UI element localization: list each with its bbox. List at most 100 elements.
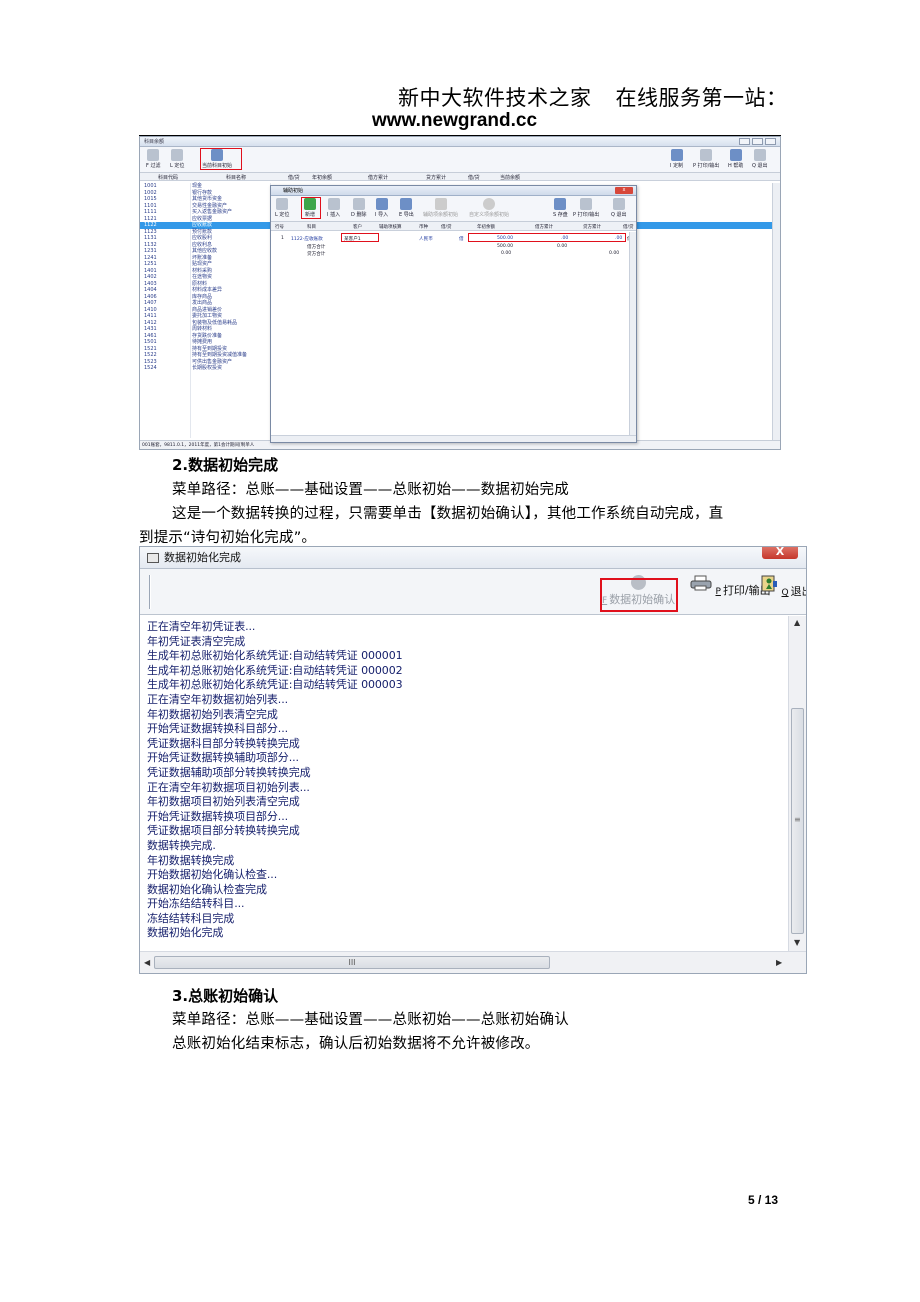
exit-icon [753,149,766,161]
scroll-down-icon[interactable]: ▼ [794,938,800,947]
help-icon [729,149,742,161]
dlg-save-button[interactable]: S 存盘 [553,198,568,218]
exit-icon [761,575,777,592]
dialog-toolbar: L 定位 新增 I 插入 D 删除 I 导入 E 导出 辅助项余额初始 自定义项… [271,196,636,222]
data-init-complete-window: 数据初始化完成 X F数据初始确认 P打印/输出 Q退出 正在清空年初凭证表..… [139,546,807,974]
print-output-button[interactable]: P 打印/输出 [693,149,719,169]
insert-icon [327,198,340,210]
window-title: 数据初始化完成 [164,551,241,564]
window-titlebar: 科目余额 [140,137,780,147]
log-line: 凭证数据辅助项部分转换转换完成 [147,765,311,779]
help-button[interactable]: H 帮助 [728,149,743,169]
dlg-export-button[interactable]: E 导出 [399,198,414,218]
dialog-titlebar: 辅助初始 x [271,186,636,196]
close-button[interactable]: X [762,547,798,559]
dlg-custom-balance-init-button[interactable]: 自定义项余额初始 [469,198,509,218]
maximize-icon[interactable] [752,138,763,145]
customize-icon [670,149,683,161]
customize-button[interactable]: I 定制 [670,149,683,169]
vertical-scrollbar[interactable]: ▲ ≡ ▼ [788,616,806,952]
company-name: 新中大软件技术之家 [398,86,592,110]
window-title: 科目余额 [144,139,165,145]
close-icon[interactable] [765,138,776,145]
dlg-delete-button[interactable]: D 删除 [351,198,366,218]
log-line: 正在清空年初数据初始列表... [147,692,288,706]
highlight-box [200,148,242,170]
tagline: 在线服务第一站： [615,86,788,110]
progress-log: 正在清空年初凭证表... 年初凭证表清空完成生成年初总账初始化系统凭证:自动结转凭… [140,616,790,952]
log-line: 冻结结转科目完成 [147,911,235,925]
highlight-box [468,233,626,242]
highlight-box [301,197,321,219]
import-icon [375,198,388,210]
log-line: 开始凭证数据转换项目部分... [147,809,288,823]
toolbar: F数据初始确认 P打印/输出 Q退出 [140,569,806,615]
dlg-exit-button[interactable]: Q 退出 [611,198,627,218]
log-line: 年初凭证表清空完成 [147,634,246,648]
log-line: 生成年初总账初始化系统凭证:自动结转凭证 000002 [147,663,403,677]
dlg-print-button[interactable]: P 打印/输出 [573,198,599,218]
scroll-left-icon[interactable]: ◀ [144,958,150,967]
dlg-insert-button[interactable]: I 插入 [327,198,340,218]
window-titlebar: 数据初始化完成 X [140,547,806,569]
scroll-up-icon[interactable]: ▲ [794,618,800,627]
locate-icon [276,198,289,210]
dialog-close-icon[interactable]: x [615,187,633,194]
locate-button[interactable]: L 定位 [170,149,184,169]
dlg-import-button[interactable]: I 导入 [375,198,388,218]
main-toolbar: F 过滤 L 定位 当前科目初始 I 定制 P 打印/输出 H 帮助 Q 退出 [140,147,780,173]
log-line: 数据转换完成. [147,838,216,852]
aux-init-icon [434,198,447,210]
log-line: 年初数据初始列表清空完成 [147,707,278,721]
exit-icon [612,198,625,210]
exit-button[interactable]: Q退出 [760,575,806,600]
scroll-right-icon[interactable]: ▶ [776,958,782,967]
log-line: 凭证数据科目部分转换转换完成 [147,736,300,750]
horizontal-scroll-thumb[interactable]: III [154,956,550,969]
log-line: 年初数据转换完成 [147,853,235,867]
account-list: 1001 现金 1002 银行存款 1015 其他货币资金 1101 交易性金融资产 1111 买… [140,183,780,372]
section2-title: 2.数据初始完成 [172,456,279,474]
vertical-scrollbar[interactable] [772,183,780,441]
page-number: 5 / 13 [748,1193,779,1207]
filter-button[interactable]: F 过滤 [146,149,161,169]
exit-button[interactable]: Q 退出 [752,149,768,169]
aux-init-dialog: 辅助初始 x L 定位 新增 I 插入 D 删除 I 导入 E 导出 辅助项余额… [270,185,637,443]
log-line: 数据初始化完成 [147,926,224,940]
table-row[interactable]: 1524 长期股权投资 [140,365,270,372]
log-line: 开始凭证数据转换科目部分... [147,722,288,736]
account-code: 1524 [144,365,157,371]
print-output-button[interactable]: P 打印/输出 [690,575,771,599]
dialog-horizontal-scrollbar[interactable] [271,435,636,442]
section2-desc-line1: 这是一个数据转换的过程，只需要单击【数据初始确认】，其他工作系统自动完成，直 [172,506,724,522]
website-url: www.newgrand.cc [372,110,538,131]
minimize-icon[interactable] [739,138,750,145]
account-balance-window: 科目余额 F 过滤 L 定位 当前科目初始 I 定制 P 打印/输出 H 帮助 … [139,136,781,450]
dialog-vertical-scrollbar[interactable] [629,232,636,436]
log-line: 开始数据初始化确认检查... [147,868,278,882]
section3-title: 3.总账初始确认 [172,987,279,1005]
log-line: 正在清空年初凭证表... [147,620,256,633]
printer-icon [700,149,713,161]
dlg-locate-button[interactable]: L 定位 [275,198,289,218]
dialog-title: 辅助初始 [283,188,304,194]
log-line: 开始冻结结转科目... [147,897,245,911]
app-icon [147,553,159,563]
export-icon [400,198,413,210]
vertical-scroll-thumb[interactable]: ≡ [791,708,804,934]
log-line: 生成年初总账初始化系统凭证:自动结转凭证 000003 [147,678,403,692]
section2-desc-line2: 到提示“诗句初始化完成”。 [139,530,317,546]
highlight-box [341,233,379,242]
dlg-aux-balance-init-button[interactable]: 辅助项余额初始 [423,198,458,218]
section3-desc: 总账初始化结束标志，确认后初始数据将不允许被修改。 [172,1036,540,1052]
account-name: 长期股权投资 [192,365,223,371]
log-line: 开始凭证数据转换辅助项部分... [147,751,299,765]
log-line: 年初数据项目初始列表清空完成 [147,795,300,809]
grid-header: 科目代码 科目名称 借/贷 年初余额 借方累计 贷方累计 借/贷 当前余额 [140,173,780,181]
horizontal-scrollbar[interactable]: ◀ III ▶ [140,951,806,973]
delete-icon [352,198,365,210]
page-header: 新中大软件技术之家 在线服务第一站： [398,82,788,112]
log-line: 凭证数据项目部分转换转换完成 [147,824,300,838]
locate-icon [171,149,184,161]
printer-icon [580,198,593,210]
